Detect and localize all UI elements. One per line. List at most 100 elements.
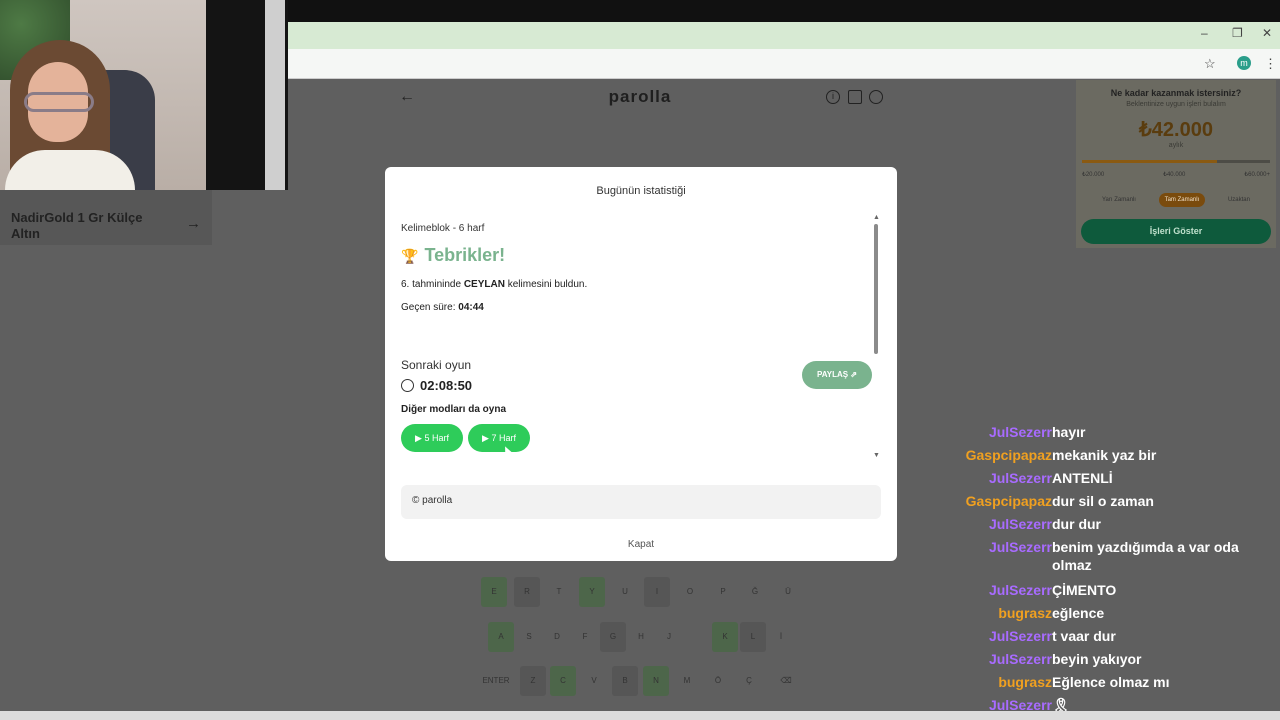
bookmark-star-icon[interactable]: ☆ [1204,56,1216,72]
keyboard-key[interactable]: P [710,577,736,607]
chat-message-text: t vaar dur [1052,628,1116,644]
keyboard-key[interactable]: N [643,666,669,696]
keyboard-key[interactable]: B [612,666,638,696]
salary-tick: ₺40.000 [1163,172,1186,178]
webcam-door-frame [265,0,285,190]
keyboard-key[interactable]: F [572,622,598,652]
keyboard-key[interactable]: Ö [705,666,731,696]
screen: – ❐ ✕ ☆ m ⋮ NadirGold 1 Gr Külçe Altın →… [0,0,1280,720]
browser-tab-strip [288,22,1280,49]
found-word-text: 6. tahmininde CEYLAN kelimesini buldun. [401,279,587,290]
play-7-letter-button[interactable]: ▶ 7 Harf [468,424,530,452]
chat-username[interactable]: JulSezerr [989,423,1052,441]
address-bar[interactable] [288,49,1280,79]
keyboard-key[interactable]: O [677,577,703,607]
scroll-up-icon[interactable]: ▲ [873,214,880,221]
arrow-right-icon: → [186,215,201,232]
mode-full-time[interactable]: Tam Zamanlı [1158,193,1206,207]
chat-username[interactable]: JulSezerr [989,581,1052,599]
restore-button[interactable]: ❐ [1232,26,1243,40]
mode-remote[interactable]: Uzaktan [1222,193,1256,207]
chat-username[interactable]: bugrasz [998,604,1052,622]
keyboard-key[interactable]: S [516,622,542,652]
congrats-text: Tebrikler! [424,245,506,265]
stats-icon[interactable] [848,90,862,104]
chat-message-text: Eğlence olmaz mı [1052,674,1170,690]
clock-icon [401,379,414,392]
chat-username[interactable]: JulSezerr [989,515,1052,533]
keyboard-key[interactable]: C [550,666,576,696]
chat-message-text: eğlence [1052,605,1105,621]
salary-ticks: ₺20.000 ₺40.000 ₺60.000+ [1082,171,1270,178]
chat-username[interactable]: bugrasz [998,673,1052,691]
keyboard-key[interactable]: Ğ [742,577,768,607]
info-icon[interactable]: i [826,90,840,104]
share-button[interactable]: PAYLAŞ ⇗ [802,361,872,389]
keyboard-key[interactable]: Z [520,666,546,696]
left-ad-banner[interactable]: NadirGold 1 Gr Külçe Altın → [0,190,212,245]
close-window-button[interactable]: ✕ [1262,26,1272,40]
right-ad-amount: ₺42.000 [1139,119,1213,141]
back-arrow-icon[interactable]: ← [399,88,415,106]
chat-username[interactable]: JulSezerr [989,538,1052,556]
keyboard-key[interactable]: I [644,577,670,607]
game-mode-label: Kelimeblok - 6 harf [401,223,485,234]
minimize-button[interactable]: – [1201,26,1208,40]
chat-username[interactable]: JulSezerr [989,650,1052,668]
right-ad-question: Ne kadar kazanmak istersiniz? [1110,88,1242,98]
right-ad-subtitle: Beklentinize uygun işleri bulalım [1126,101,1226,108]
keyboard-key[interactable]: U [612,577,638,607]
congrats-heading: 🏆 Tebrikler! [401,245,505,266]
close-modal-button[interactable]: Kapat [385,539,897,550]
left-ad-title: NadirGold 1 Gr Külçe Altın [11,210,143,241]
keyboard-key[interactable]: İ [768,622,794,652]
salary-tick: ₺60.000+ [1244,172,1270,178]
work-mode-options: Yarı Zamanlı Tam Zamanlı Uzaktan [1096,193,1256,207]
top-black-bar [288,0,1280,22]
salary-slider[interactable] [1082,160,1270,163]
browser-menu-icon[interactable]: ⋮ [1264,56,1277,72]
scrollbar-thumb[interactable] [874,224,878,354]
chat-message-text: dur dur [1052,516,1101,532]
chat-username[interactable]: Gaspcipapaz [966,446,1052,464]
keyboard-key[interactable]: V [581,666,607,696]
chat-message-text: beyin yakıyor [1052,651,1142,667]
chat-username[interactable]: JulSezerr [989,469,1052,487]
chat-message-text: ÇİMENTO [1052,582,1117,598]
keyboard-key[interactable]: G [600,622,626,652]
keyboard-key[interactable]: Ç [736,666,762,696]
keyboard-key[interactable]: L [740,622,766,652]
mode-part-time[interactable]: Yarı Zamanlı [1096,193,1142,207]
elapsed-time: Geçen süre: 04:44 [401,302,484,313]
keyboard-key[interactable]: T [546,577,572,607]
scroll-down-icon[interactable]: ▼ [873,452,880,459]
chat-username[interactable]: Gaspcipapaz [966,492,1052,510]
page-title: parolla [608,87,672,106]
keyboard-key[interactable]: Ü [775,577,801,607]
chat-username[interactable]: JulSezerr [989,627,1052,645]
found-suffix: kelimesini buldun. [507,279,588,290]
chat-message-text: ANTENLİ [1052,470,1113,486]
user-icon[interactable] [869,90,883,104]
salary-slider-fill [1082,160,1218,163]
keyboard-key[interactable]: M [674,666,700,696]
elapsed-value: 04:44 [458,302,484,313]
keyboard-key[interactable]: J [656,622,682,652]
keyboard-key[interactable]: E [481,577,507,607]
show-jobs-button[interactable]: İşleri Göster [1081,219,1271,244]
backspace-key[interactable]: ⌫ [770,666,802,696]
stream-chat: JulSezerr hayır Gaspcipapaz mekanik yaz bir… [940,420,1280,720]
modal-scrollbar[interactable]: ▲ ▼ [873,214,880,460]
play-5-letter-button[interactable]: ▶ 5 Harf [401,424,463,452]
keyboard-key[interactable]: Y [579,577,605,607]
chat-message-text: mekanik yaz bir [1052,447,1157,463]
stats-modal: Bugünün istatistiği Kelimeblok - 6 harf … [385,167,897,561]
keyboard-key[interactable]: R [514,577,540,607]
keyboard-key[interactable]: H [628,622,654,652]
enter-key[interactable]: ENTER [476,666,516,696]
found-prefix: 6. tahmininde [401,279,462,290]
profile-avatar[interactable]: m [1237,56,1251,70]
keyboard-key[interactable]: K [712,622,738,652]
keyboard-key[interactable]: A [488,622,514,652]
keyboard-key[interactable]: D [544,622,570,652]
